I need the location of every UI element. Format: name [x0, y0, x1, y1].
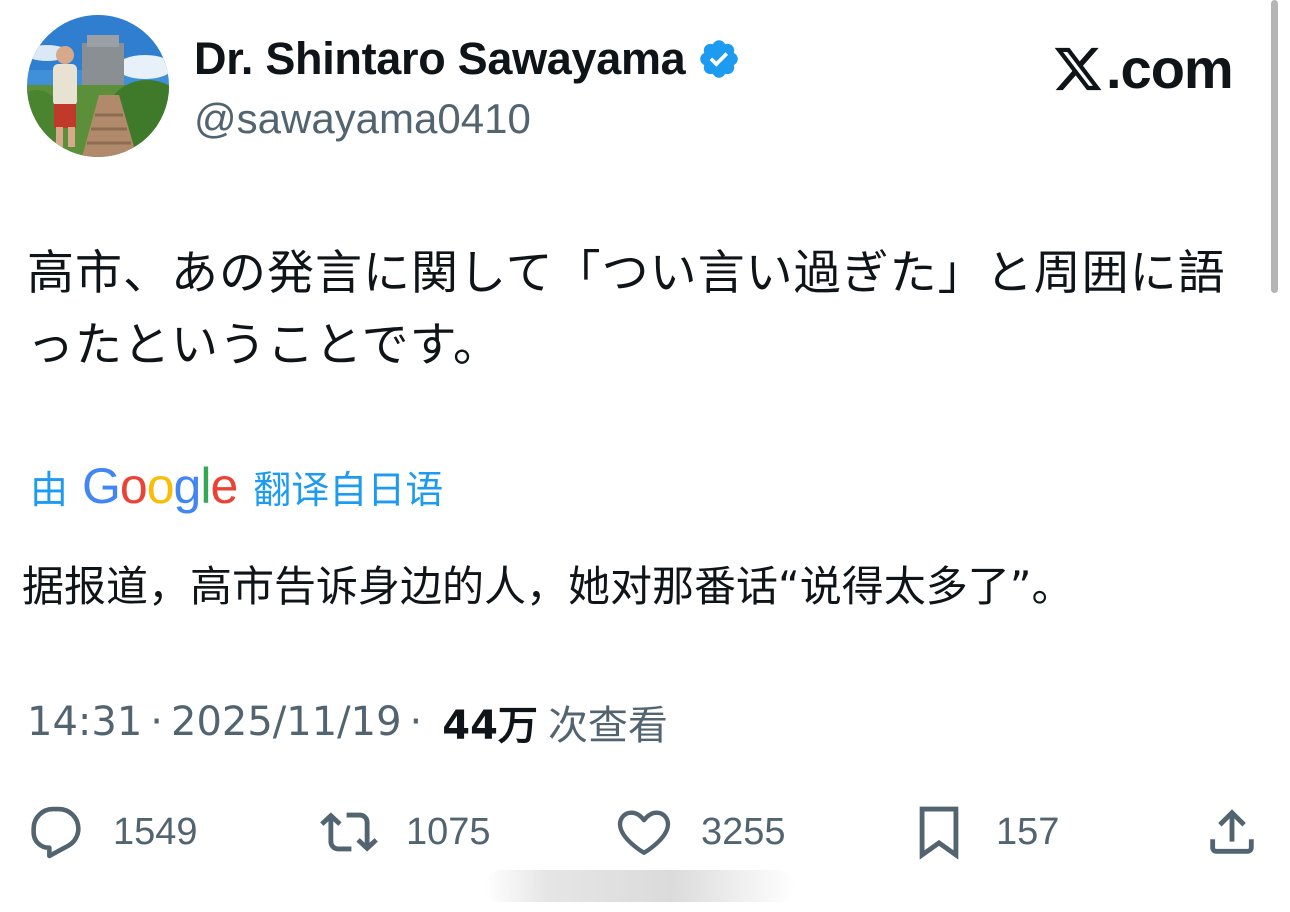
- author-handle[interactable]: @sawayama0410: [194, 95, 531, 143]
- x-brand-logo: .com: [1052, 36, 1234, 101]
- scrollbar[interactable]: [1271, 0, 1278, 293]
- bookmark-count: 157: [996, 810, 1060, 853]
- author-name[interactable]: Dr. Shintaro Sawayama: [194, 33, 686, 85]
- reply-icon: [31, 806, 81, 859]
- heart-icon: [617, 810, 671, 855]
- verified-badge-icon: [700, 40, 739, 78]
- avatar[interactable]: [27, 15, 169, 157]
- translation-prefix: 由: [30, 467, 69, 512]
- repost-count: 1075: [406, 810, 491, 853]
- repost-button[interactable]: 1075: [320, 800, 491, 864]
- translation-attribution[interactable]: 由 Google 翻译自日语: [30, 454, 443, 518]
- x-logo-icon: [1054, 47, 1102, 90]
- bookmark-button[interactable]: 157: [910, 800, 1059, 864]
- author-name-row[interactable]: Dr. Shintaro Sawayama: [194, 33, 741, 85]
- repost-icon: [320, 812, 378, 852]
- tweet-meta: 14:31 · 2025/11/19 · 44万 次查看: [27, 693, 668, 751]
- views-label: 次查看: [547, 703, 668, 749]
- reply-button[interactable]: 1549: [27, 800, 198, 864]
- meta-separator: ·: [409, 699, 423, 745]
- like-count: 3255: [701, 810, 786, 853]
- like-button[interactable]: 3255: [615, 800, 786, 864]
- tweet-text: 高市、あの発言に関して「つい言い過ぎた」と周囲に語ったということです。: [27, 246, 1226, 373]
- tweet-time[interactable]: 14:31: [27, 699, 142, 745]
- share-icon: [1210, 809, 1254, 854]
- translation-suffix: 翻译自日语: [253, 467, 444, 512]
- meta-separator: ·: [150, 699, 163, 745]
- avatar-image: [27, 15, 169, 157]
- x-logo-text: .com: [1106, 37, 1234, 100]
- translated-text: 据报道，高市告诉身边的人，她对那番话“说得太多了”。: [22, 562, 1074, 611]
- bookmark-icon: [919, 806, 959, 860]
- share-button[interactable]: [1203, 800, 1261, 864]
- views-count[interactable]: 44万: [442, 693, 538, 751]
- reply-count: 1549: [113, 810, 198, 853]
- tweet-date[interactable]: 2025/11/19: [171, 699, 402, 745]
- blurred-watermark: [485, 870, 795, 902]
- google-logo: Google: [82, 458, 238, 514]
